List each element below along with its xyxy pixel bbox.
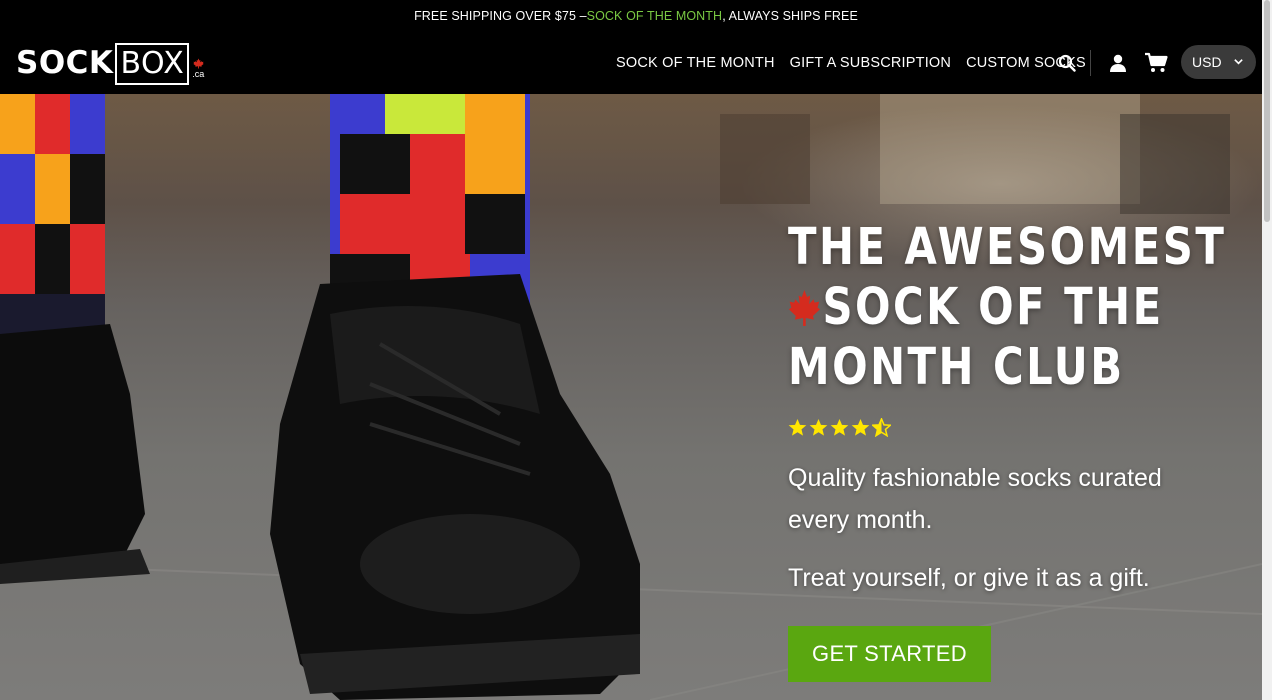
star-icon	[851, 418, 870, 436]
star-rating	[788, 418, 891, 437]
star-icon	[788, 418, 807, 436]
logo-text-sock: SOCK	[16, 45, 114, 81]
scrollbar-thumb[interactable]	[1264, 0, 1270, 222]
nav-sock-of-the-month[interactable]: SOCK OF THE MONTH	[616, 55, 775, 71]
page-scrollbar[interactable]	[1262, 0, 1272, 700]
header-divider	[1090, 50, 1091, 76]
logo-tld: .ca	[189, 41, 205, 85]
hero-headline-line-2: SOCK OF THE	[822, 278, 1164, 337]
cart-icon[interactable]	[1144, 52, 1168, 74]
main-nav: SOCK OF THE MONTH GIFT A SUBSCRIPTION CU…	[616, 32, 1086, 94]
star-icon	[809, 418, 828, 436]
star-half-icon	[872, 418, 891, 437]
hero-subtitle: Quality fashionable socks curated every …	[788, 464, 1162, 534]
announcement-highlight-link[interactable]: SOCK OF THE MONTH	[587, 9, 723, 23]
chevron-down-icon	[1234, 59, 1243, 65]
site-logo[interactable]: SOCK BOX .ca	[16, 40, 205, 85]
logo-text-box: BOX	[115, 43, 190, 85]
maple-leaf-icon	[788, 290, 820, 326]
hero-headline-line-2-row: SOCK OF THE	[788, 278, 1161, 338]
get-started-button[interactable]: GET STARTED	[788, 626, 991, 682]
logo-tld-text: .ca	[192, 69, 205, 79]
maple-leaf-icon	[193, 58, 204, 69]
account-icon[interactable]	[1108, 53, 1128, 73]
announcement-suffix: , ALWAYS SHIPS FREE	[722, 9, 858, 23]
hero-subtitle-2: Treat yourself, or give it as a gift.	[788, 564, 1150, 592]
hero-headline: THE AWESOMEST SOCK OF THE MONTH CLUB	[788, 218, 1227, 398]
star-icon	[830, 418, 849, 436]
currency-value: USD	[1192, 54, 1222, 70]
nav-gift-a-subscription[interactable]: GIFT A SUBSCRIPTION	[790, 55, 951, 71]
search-icon[interactable]	[1058, 54, 1076, 72]
hero-headline-line-1: THE AWESOMEST	[788, 218, 1227, 277]
hero-headline-line-3: MONTH CLUB	[788, 338, 1125, 397]
announcement-prefix: FREE SHIPPING OVER $75 –	[414, 9, 587, 23]
site-header: SOCK BOX .ca SOCK OF THE MONTH GIFT A SU…	[0, 32, 1272, 94]
announcement-bar: FREE SHIPPING OVER $75 – SOCK OF THE MON…	[0, 0, 1272, 32]
currency-selector[interactable]: USD	[1181, 45, 1256, 79]
